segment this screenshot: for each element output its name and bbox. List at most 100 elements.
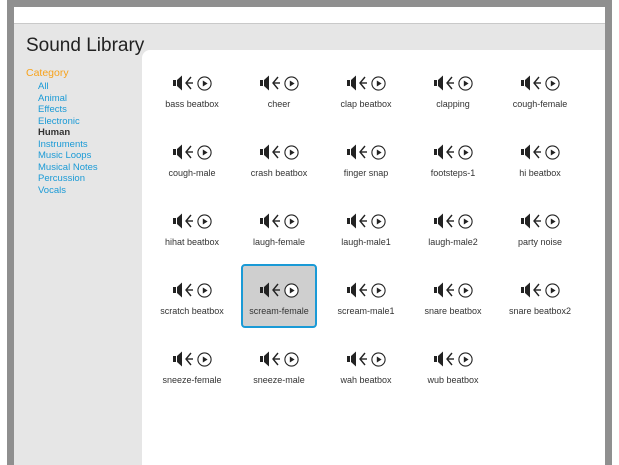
sound-tile-label: finger snap (343, 168, 389, 178)
sound-tile-party-noise[interactable]: party noise (502, 195, 578, 259)
category-sidebar: Category All Animal Effects Electronic Human… (26, 67, 146, 196)
sound-tile-scream-female[interactable]: scream-female (241, 264, 317, 328)
play-icon[interactable] (371, 75, 386, 91)
category-item-musical-notes[interactable]: Musical Notes (26, 162, 146, 174)
sound-tile-icons (502, 210, 578, 232)
sound-tile-hi-beatbox[interactable]: hi beatbox (502, 126, 578, 190)
play-icon[interactable] (284, 282, 299, 298)
speaker-icon (259, 143, 281, 161)
play-icon[interactable] (197, 144, 212, 160)
sound-tile-crash-beatbox[interactable]: crash beatbox (241, 126, 317, 190)
sound-tile-sneeze-male[interactable]: sneeze-male (241, 333, 317, 397)
sound-tile-hihat-beatbox[interactable]: hihat beatbox (154, 195, 230, 259)
play-icon[interactable] (458, 144, 473, 160)
play-icon[interactable] (545, 282, 560, 298)
sound-tile-label: laugh-male1 (341, 237, 391, 247)
category-item-electronic[interactable]: Electronic (26, 116, 146, 128)
speaker-icon (172, 350, 194, 368)
speaker-icon (172, 281, 194, 299)
sound-tile-scream-male1[interactable]: scream-male1 (328, 264, 404, 328)
category-item-human[interactable]: Human (26, 127, 146, 139)
speaker-icon (346, 143, 368, 161)
sound-tile-scratch-beatbox[interactable]: scratch beatbox (154, 264, 230, 328)
sound-tile-label: sneeze-male (253, 375, 305, 385)
sound-tile-snare-beatbox2[interactable]: snare beatbox2 (502, 264, 578, 328)
play-icon[interactable] (458, 75, 473, 91)
speaker-icon (259, 212, 281, 230)
sound-tile-icons (415, 141, 491, 163)
sound-tile-icons (415, 72, 491, 94)
play-icon[interactable] (371, 213, 386, 229)
category-item-music-loops[interactable]: Music Loops (26, 150, 146, 162)
sound-tile-label: cheer (267, 99, 291, 109)
play-icon[interactable] (545, 213, 560, 229)
sound-tile-icons (154, 72, 230, 94)
play-icon[interactable] (458, 351, 473, 367)
sound-tile-label: bass beatbox (165, 99, 219, 109)
sound-tile-finger-snap[interactable]: finger snap (328, 126, 404, 190)
speaker-icon (433, 143, 455, 161)
sound-tile-label: clapping (436, 99, 470, 109)
page-title: Sound Library (26, 35, 145, 56)
play-icon[interactable] (458, 213, 473, 229)
speaker-icon (520, 212, 542, 230)
sound-tile-label: hi beatbox (519, 168, 561, 178)
play-icon[interactable] (284, 351, 299, 367)
speaker-icon (433, 350, 455, 368)
play-icon[interactable] (197, 351, 212, 367)
play-icon[interactable] (284, 213, 299, 229)
play-icon[interactable] (545, 144, 560, 160)
sound-tile-clap-beatbox[interactable]: clap beatbox (328, 57, 404, 121)
category-item-animal[interactable]: Animal (26, 93, 146, 105)
sound-tile-icons (502, 279, 578, 301)
sound-tile-clapping[interactable]: clapping (415, 57, 491, 121)
sound-tile-cough-male[interactable]: cough-male (154, 126, 230, 190)
play-icon[interactable] (197, 75, 212, 91)
sound-tile-laugh-male2[interactable]: laugh-male2 (415, 195, 491, 259)
category-item-percussion[interactable]: Percussion (26, 173, 146, 185)
sound-tile-icons (415, 210, 491, 232)
play-icon[interactable] (284, 75, 299, 91)
play-icon[interactable] (284, 144, 299, 160)
sound-tile-laugh-female[interactable]: laugh-female (241, 195, 317, 259)
sound-tile-wah-beatbox[interactable]: wah beatbox (328, 333, 404, 397)
category-item-instruments[interactable]: Instruments (26, 139, 146, 151)
sound-tile-icons (154, 210, 230, 232)
play-icon[interactable] (371, 282, 386, 298)
sound-tile-wub-beatbox[interactable]: wub beatbox (415, 333, 491, 397)
sound-tile-icons (328, 72, 404, 94)
category-item-effects[interactable]: Effects (26, 104, 146, 116)
sound-tile-label: scream-male1 (337, 306, 395, 316)
sound-library-window: Sound Library Category All Animal Effects E… (7, 0, 612, 465)
sound-tile-label: hihat beatbox (164, 237, 220, 247)
speaker-icon (346, 212, 368, 230)
sound-tile-bass-beatbox[interactable]: bass beatbox (154, 57, 230, 121)
sound-tile-sneeze-female[interactable]: sneeze-female (154, 333, 230, 397)
sound-tile-label: wah beatbox (340, 375, 392, 385)
sound-tile-cheer[interactable]: cheer (241, 57, 317, 121)
category-item-vocals[interactable]: Vocals (26, 185, 146, 197)
play-icon[interactable] (545, 75, 560, 91)
play-icon[interactable] (458, 282, 473, 298)
speaker-icon (346, 281, 368, 299)
sound-tile-footsteps-1[interactable]: footsteps-1 (415, 126, 491, 190)
sound-tile-icons (154, 279, 230, 301)
speaker-icon (433, 74, 455, 92)
speaker-icon (259, 281, 281, 299)
sound-tile-snare-beatbox[interactable]: snare beatbox (415, 264, 491, 328)
sound-tile-icons (415, 348, 491, 370)
sound-tile-cough-female[interactable]: cough-female (502, 57, 578, 121)
sound-tile-icons (502, 72, 578, 94)
play-icon[interactable] (197, 282, 212, 298)
category-item-all[interactable]: All (26, 81, 146, 93)
sound-tile-icons (415, 279, 491, 301)
play-icon[interactable] (197, 213, 212, 229)
sound-tile-laugh-male1[interactable]: laugh-male1 (328, 195, 404, 259)
sound-tile-icons (241, 348, 317, 370)
play-icon[interactable] (371, 351, 386, 367)
category-heading: Category (26, 67, 69, 79)
speaker-icon (346, 350, 368, 368)
sound-tile-icons (154, 348, 230, 370)
sound-tile-label: party noise (517, 237, 563, 247)
play-icon[interactable] (371, 144, 386, 160)
